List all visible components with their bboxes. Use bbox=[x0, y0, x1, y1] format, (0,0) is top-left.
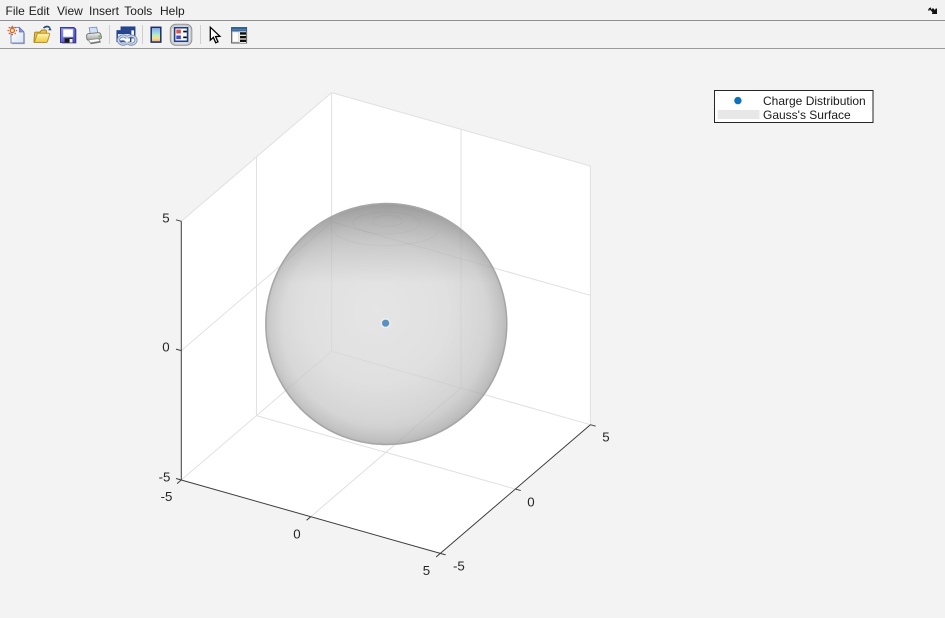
svg-text:0: 0 bbox=[162, 340, 169, 355]
svg-text:0: 0 bbox=[293, 527, 300, 542]
svg-text:Charge Distribution: Charge Distribution bbox=[763, 94, 866, 108]
svg-text:-5: -5 bbox=[453, 559, 465, 574]
svg-text:-5: -5 bbox=[159, 470, 171, 485]
svg-text:Gauss's Surface: Gauss's Surface bbox=[763, 108, 851, 122]
svg-text:5: 5 bbox=[423, 563, 430, 578]
svg-text:5: 5 bbox=[602, 430, 609, 445]
svg-text:-5: -5 bbox=[161, 489, 173, 504]
svg-text:5: 5 bbox=[162, 211, 169, 226]
svg-text:0: 0 bbox=[527, 495, 534, 510]
